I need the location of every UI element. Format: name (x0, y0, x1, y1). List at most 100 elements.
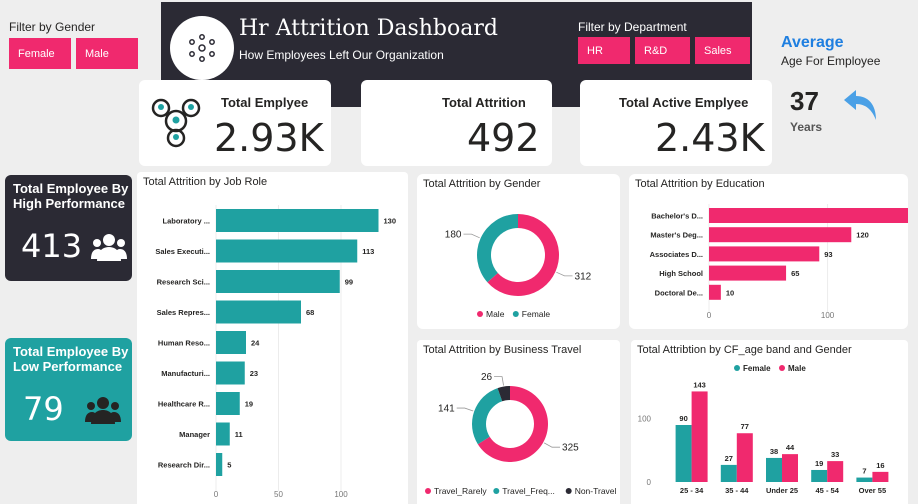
data-label: 143 (693, 380, 706, 389)
bar (827, 461, 844, 482)
legend-label: Male (486, 309, 505, 319)
data-label: 120 (856, 231, 869, 240)
chart-age-band-card: Total Attribtion by CF_age band and Gend… (631, 340, 908, 504)
category-label: Research Dir... (158, 461, 210, 470)
bar (856, 477, 873, 482)
bar (766, 457, 782, 482)
department-filter-label: Filter by Department (578, 20, 687, 34)
people-group-icon (91, 231, 127, 266)
chart-job-role-card: Total Attrition by Job Role 0 50 100 Labora… (137, 172, 408, 504)
gender-filter-label: Filter by Gender (9, 20, 96, 34)
category-label: Healthcare R... (158, 400, 210, 409)
y-tick-label: 0 (647, 478, 652, 487)
average-age-subtitle: Age For Employee (781, 54, 881, 68)
data-label: 130 (384, 217, 397, 226)
kpi-total-employee-card: Total Emplyee 2.93K (139, 80, 331, 166)
data-label: 27 (725, 454, 733, 463)
category-label: Master's Deg... (650, 231, 703, 240)
bar (720, 464, 737, 482)
bar (675, 425, 692, 482)
legend-label: Female (743, 364, 771, 373)
chart-job-role: 0 50 100 Laboratory ... 130 Sales Executi... 1… (155, 205, 397, 499)
data-label: 10 (726, 288, 734, 297)
x-tick-label: 0 (707, 311, 712, 320)
x-tick-label: 100 (821, 311, 835, 320)
bar (709, 246, 820, 262)
filter-sales-button[interactable]: Sales (695, 37, 750, 64)
data-label: 77 (741, 422, 749, 431)
data-label: 65 (791, 269, 799, 278)
leader-line (556, 271, 573, 277)
legend-dot (477, 311, 483, 317)
chart-gender-card: Total Attrition by Gender 312 180 Male Fema… (417, 174, 620, 329)
chart-education-card: Total Attrition by Education 0100200Bach… (629, 174, 908, 329)
bar (811, 469, 828, 482)
chart-education: 0100200Bachelor's D...204Master's Deg...… (650, 204, 908, 320)
category-label: Sales Repres... (157, 308, 210, 317)
kpi-total-employee-value: 2.93K (214, 116, 324, 160)
category-label: Manager (179, 430, 210, 439)
legend-label: Travel_Freq... (502, 486, 555, 496)
data-label: 26 (481, 372, 493, 383)
high-performance-title: Total Employee By High Performance (13, 181, 129, 211)
high-performance-card: Total Employee By High Performance 413 (5, 175, 132, 281)
return-arrow-icon (838, 84, 882, 133)
legend-label: Non-Travel (575, 486, 617, 496)
filter-rnd-button[interactable]: R&D (635, 37, 690, 64)
team-network-icon (149, 94, 203, 153)
data-label: 113 (362, 247, 374, 256)
category-label: Associates D... (650, 250, 703, 259)
x-tick-label: 100 (334, 490, 348, 499)
chart-travel-card: Total Attrition by Business Travel 325 14… (417, 340, 620, 504)
average-age-value: 37 (790, 86, 819, 116)
category-label: Doctoral De... (655, 288, 703, 297)
bar (736, 433, 753, 482)
legend-label: Male (788, 364, 806, 373)
category-label: 35 - 44 (725, 486, 749, 495)
legend-dot (779, 365, 785, 371)
y-tick-label: 100 (638, 415, 652, 424)
leader-line (463, 233, 480, 239)
data-label: 24 (251, 339, 260, 348)
category-label: Research Sci... (157, 278, 210, 287)
data-label: 90 (679, 414, 687, 423)
kpi-total-attrition-value: 492 (467, 116, 540, 160)
bar (709, 265, 787, 281)
filter-male-button[interactable]: Male (76, 38, 138, 69)
bar (709, 227, 852, 243)
category-label: Bachelor's D... (651, 212, 703, 221)
bar (216, 422, 230, 446)
people-group-icon (85, 394, 121, 429)
data-label: 38 (770, 447, 778, 456)
filter-hr-button[interactable]: HR (578, 37, 630, 64)
leader-line (456, 407, 474, 412)
low-performance-title: Total Employee By Low Performance (13, 344, 129, 374)
high-performance-value: 413 (21, 227, 83, 265)
leader-line (494, 376, 504, 386)
data-label: 19 (815, 459, 823, 468)
kpi-total-attrition-card: Total Attrition 492 (361, 80, 552, 166)
legend-label: Travel_Rarely (434, 486, 487, 496)
category-label: Under 25 (766, 486, 798, 495)
bar (709, 284, 721, 300)
filter-female-button[interactable]: Female (9, 38, 71, 69)
category-label: 25 - 34 (680, 486, 704, 495)
page-subtitle: How Employees Left Our Organization (239, 48, 444, 62)
leader-line (543, 442, 561, 448)
bar (216, 453, 223, 476)
donut-slice (477, 214, 518, 283)
data-label: 312 (575, 271, 592, 282)
data-label: 68 (306, 308, 314, 317)
bar (216, 392, 240, 415)
network-logo-icon (170, 16, 234, 80)
bar (216, 361, 245, 385)
data-label: 33 (831, 450, 839, 459)
x-tick-label: 0 (214, 490, 219, 499)
bar (782, 454, 798, 482)
category-label: Over 55 (859, 486, 887, 495)
legend-dot (425, 488, 431, 494)
chart-age-band: 0 100 90 143 25 - 34 27 77 35 - 44 38 44 Under 25 1… (638, 364, 889, 495)
kpi-total-active-card: Total Active Emplyee 2.43K (580, 80, 772, 166)
bar (216, 331, 246, 354)
kpi-total-active-label: Total Active Emplyee (619, 95, 749, 110)
